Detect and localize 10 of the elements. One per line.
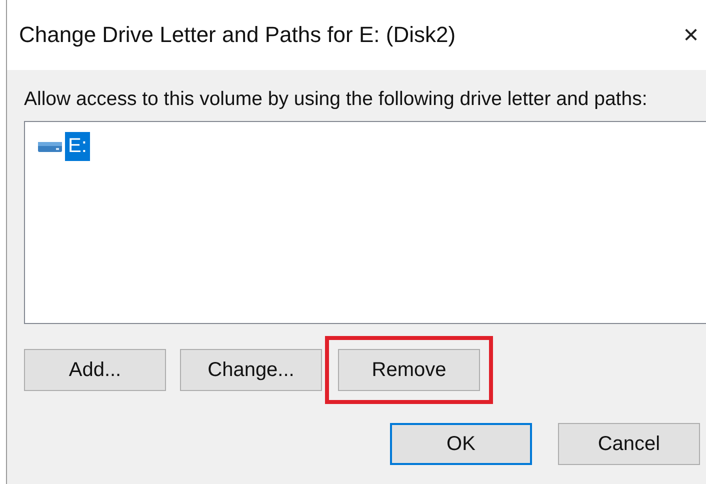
action-button[interactable]: Remove [338, 349, 480, 391]
drive-icon [37, 140, 63, 154]
close-button[interactable]: ✕ [676, 23, 706, 47]
window-title: Change Drive Letter and Paths for E: (Disk2) [19, 22, 457, 48]
instruction-text: Allow access to this volume by using the following drive letter and paths: [24, 88, 648, 111]
dialog-button[interactable]: Cancel [558, 423, 700, 465]
action-button[interactable]: Change... [180, 349, 322, 391]
action-button[interactable]: Add... [24, 349, 166, 391]
dialog-button[interactable]: OK [390, 423, 532, 465]
drive-list-item[interactable]: E: [65, 132, 90, 161]
